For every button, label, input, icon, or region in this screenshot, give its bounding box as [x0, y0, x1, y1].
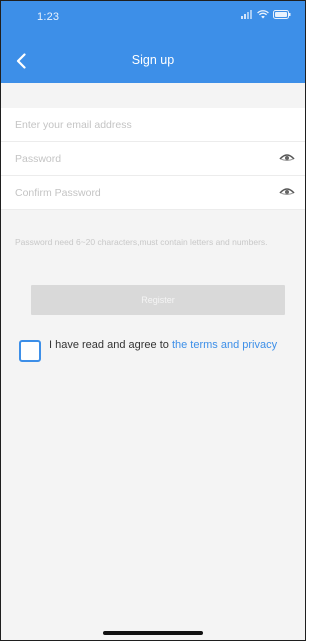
nav-bar: Sign up: [1, 39, 305, 83]
confirm-password-field: [1, 176, 305, 210]
signal-icon: [241, 10, 252, 19]
wifi-icon: [257, 10, 269, 19]
confirm-password-input[interactable]: [15, 176, 255, 209]
password-field: [1, 142, 305, 176]
status-icons: [241, 10, 291, 19]
agreement-row: I have read and agree to the terms and p…: [17, 339, 297, 371]
battery-icon: [273, 10, 291, 19]
register-button[interactable]: Register: [31, 285, 285, 315]
agree-checkbox[interactable]: [19, 340, 41, 362]
home-indicator[interactable]: [103, 631, 203, 635]
terms-link[interactable]: the terms and privacy: [172, 339, 277, 351]
eye-icon[interactable]: [279, 186, 295, 198]
eye-icon[interactable]: [279, 152, 295, 164]
agreement-prefix: I have read and agree to: [49, 339, 172, 351]
password-hint: Password need 6~20 characters,must conta…: [15, 237, 268, 247]
phone-screen: 1:23 Sign up Enter your email address Pa…: [0, 0, 306, 641]
agreement-text: I have read and agree to the terms and p…: [49, 339, 289, 352]
status-bar: 1:23: [1, 1, 305, 39]
email-field: [1, 108, 305, 142]
page-title: Sign up: [131, 53, 175, 67]
status-time: 1:23: [37, 11, 60, 23]
email-input[interactable]: [15, 108, 255, 141]
password-input[interactable]: [15, 142, 255, 175]
